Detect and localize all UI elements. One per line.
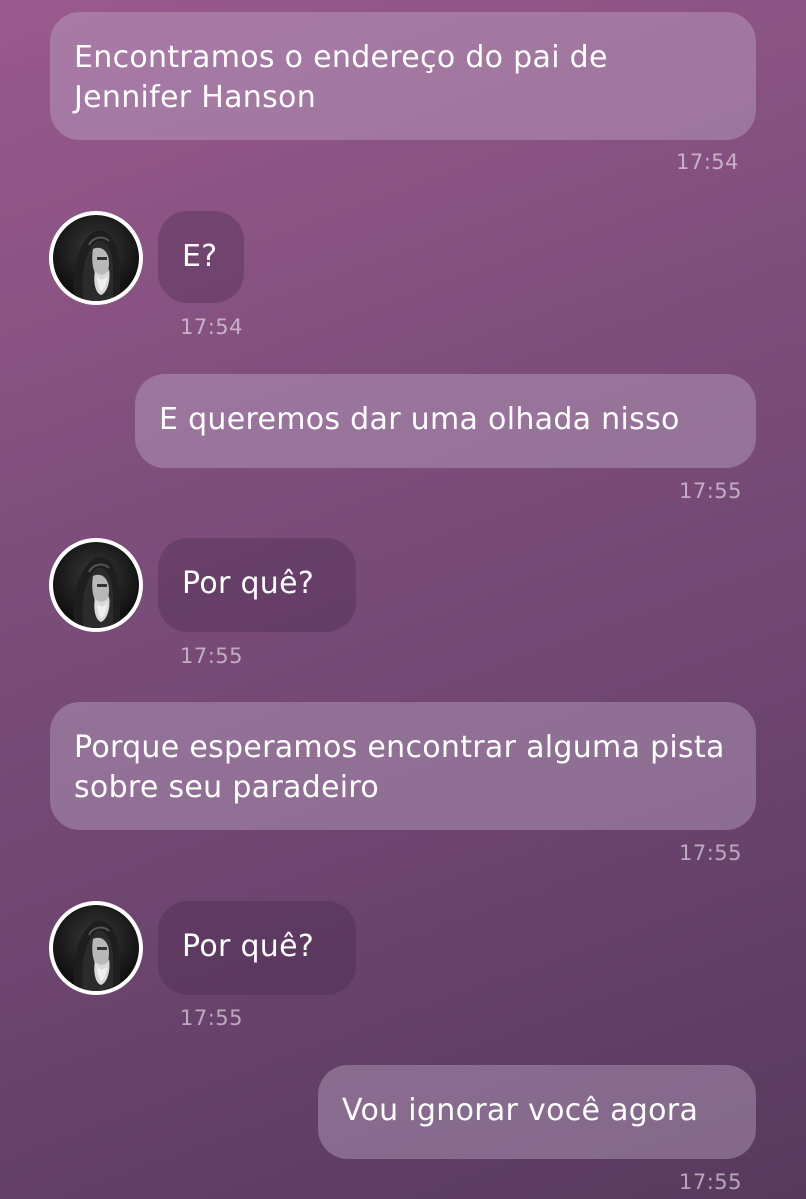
message-time: 17:55 [180,1006,244,1030]
avatar[interactable] [49,211,143,305]
message-text: Encontramos o endereço do pai de Jennife… [74,40,608,115]
message-bubble[interactable]: Porque esperamos encontrar alguma pista … [50,702,756,830]
message-bubble[interactable]: Vou ignorar você agora [318,1065,756,1159]
message-bubble[interactable]: E queremos dar uma olhada nisso [135,374,756,468]
message-text: Vou ignorar você agora [342,1093,699,1128]
message-time: 17:55 [679,1170,743,1194]
message-text: Por quê? [182,929,315,964]
hooded-bearded-man-avatar-icon [53,542,139,628]
avatar[interactable] [49,538,143,632]
message-bubble[interactable]: Por quê? [158,901,356,995]
message-bubble[interactable]: Encontramos o endereço do pai de Jennife… [50,12,756,140]
message-bubble[interactable]: E? [158,211,244,303]
hooded-bearded-man-avatar-icon [53,905,139,991]
message-time: 17:55 [180,644,244,668]
message-text: E queremos dar uma olhada nisso [159,402,680,437]
message-text: Por quê? [182,566,315,601]
message-bubble[interactable]: Por quê? [158,538,356,632]
message-text: Porque esperamos encontrar alguma pista … [74,730,725,805]
avatar[interactable] [49,901,143,995]
message-time: 17:55 [679,841,743,865]
message-text: E? [182,239,218,274]
message-time: 17:54 [676,150,740,174]
message-time: 17:55 [679,479,743,503]
hooded-bearded-man-avatar-icon [53,215,139,301]
message-time: 17:54 [180,315,244,339]
